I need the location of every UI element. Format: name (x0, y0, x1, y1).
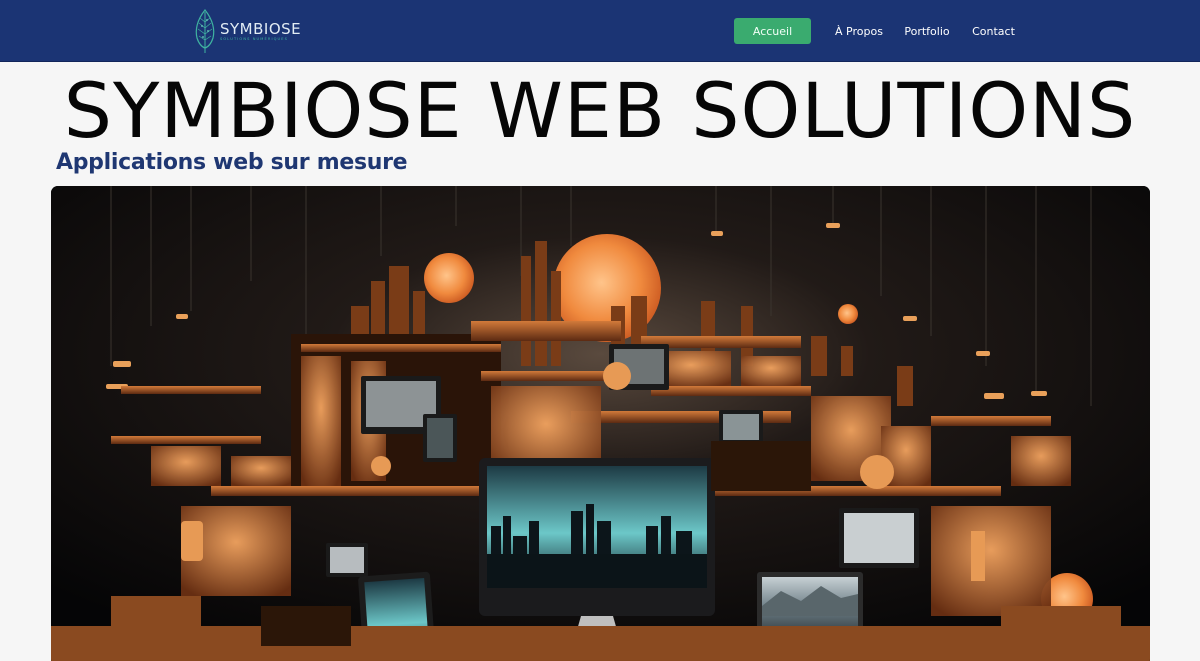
nav-item-contact[interactable]: Contact (969, 18, 1018, 44)
hero-illustration (51, 186, 1150, 661)
brand-name: SYMBIOSE (220, 19, 302, 38)
moon-small (424, 253, 474, 303)
nav-item-a-propos[interactable]: À Propos (832, 18, 886, 44)
nav-item-accueil[interactable]: Accueil (734, 18, 811, 44)
brand-tagline: SOLUTIONS NUMÉRIQUES (220, 36, 289, 41)
brand-logo-link[interactable]: SYMBIOSE SOLUTIONS NUMÉRIQUES (193, 7, 301, 55)
brand-text: SYMBIOSE SOLUTIONS NUMÉRIQUES (220, 21, 301, 42)
navbar: SYMBIOSE SOLUTIONS NUMÉRIQUES Accueil À … (0, 0, 1200, 62)
hero-title: SYMBIOSE WEB SOLUTIONS (63, 66, 1137, 155)
hero-subtitle: Applications web sur mesure (56, 150, 408, 175)
nav-item-portfolio[interactable]: Portfolio (902, 18, 952, 44)
leaf-icon (195, 9, 215, 53)
hero-image (51, 186, 1150, 661)
